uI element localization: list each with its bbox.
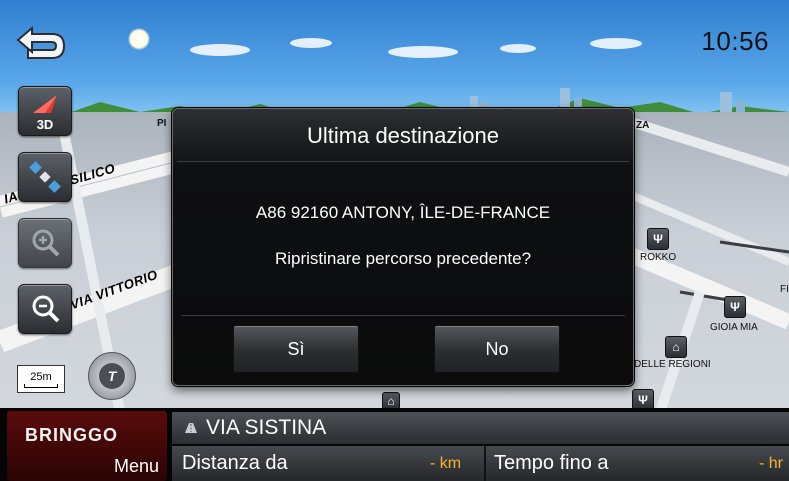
brand-logo: BRINGGO [25,425,119,445]
bottom-bar: BRINGGO Menu VIA SISTINA Distanza da - k… [0,408,789,481]
distance-value: - km [430,455,462,472]
poi-label: DELLE REGIONI [634,359,711,370]
yes-button[interactable]: Sì [233,325,359,373]
back-icon[interactable] [12,24,68,64]
map-label-fragment: PI [157,118,167,129]
poi-label: GIOIA MIA [710,322,758,333]
map-label-fragment: FI [780,284,789,295]
divider [484,446,486,481]
last-destination-dialog: Ultima destinazione A86 92160 ANTONY, ÎL… [172,108,634,386]
road-icon [185,423,197,433]
menu-label: Menu [113,456,159,476]
distance-label: Distanza da [182,452,288,474]
poi-label: ROKKO [640,252,677,263]
map-scale-label: 25m [30,371,52,383]
trip-info-bar[interactable]: Distanza da - km Tempo fino a - hr [172,446,789,481]
current-street-bar: VIA SISTINA [172,412,789,444]
zoom-out-button[interactable] [18,284,72,334]
zoom-in-icon [32,229,60,257]
zoom-in-button[interactable] [18,218,72,268]
clock: 10:56 [701,26,769,56]
dialog-address: A86 92160 ANTONY, ÎLE-DE-FRANCE [255,203,551,222]
map-scale: 25m [17,365,65,393]
restaurant-icon[interactable]: Ψ [647,228,669,250]
dialog-title: Ultima destinazione [307,123,499,148]
svg-text:T: T [108,368,118,384]
navigation-screen: IA DEL BASILICO VIA VITTORIO PI ZA FI Ψ … [0,0,789,481]
divider [181,315,625,316]
no-button[interactable]: No [434,325,560,373]
gps-satellite-icon [29,161,61,193]
menu-button[interactable]: BRINGGO Menu [6,410,168,481]
divider [177,161,629,162]
3d-view-button[interactable]: 3D [18,86,72,136]
3d-view-icon [33,95,57,113]
building-icon[interactable]: ⌂ [665,336,687,358]
compass-icon[interactable]: T [88,352,136,400]
current-street-name: VIA SISTINA [206,416,327,439]
sun-icon [128,28,150,50]
dialog-question: Ripristinare percorso precedente? [274,249,532,268]
time-label: Tempo fino a [494,452,609,474]
gps-button[interactable] [18,152,72,202]
time-value: - hr [759,455,783,472]
restaurant-icon[interactable]: Ψ [724,296,746,318]
3d-view-label: 3D [36,117,54,132]
map-label-fragment: ZA [636,120,650,131]
zoom-out-icon [32,295,60,323]
